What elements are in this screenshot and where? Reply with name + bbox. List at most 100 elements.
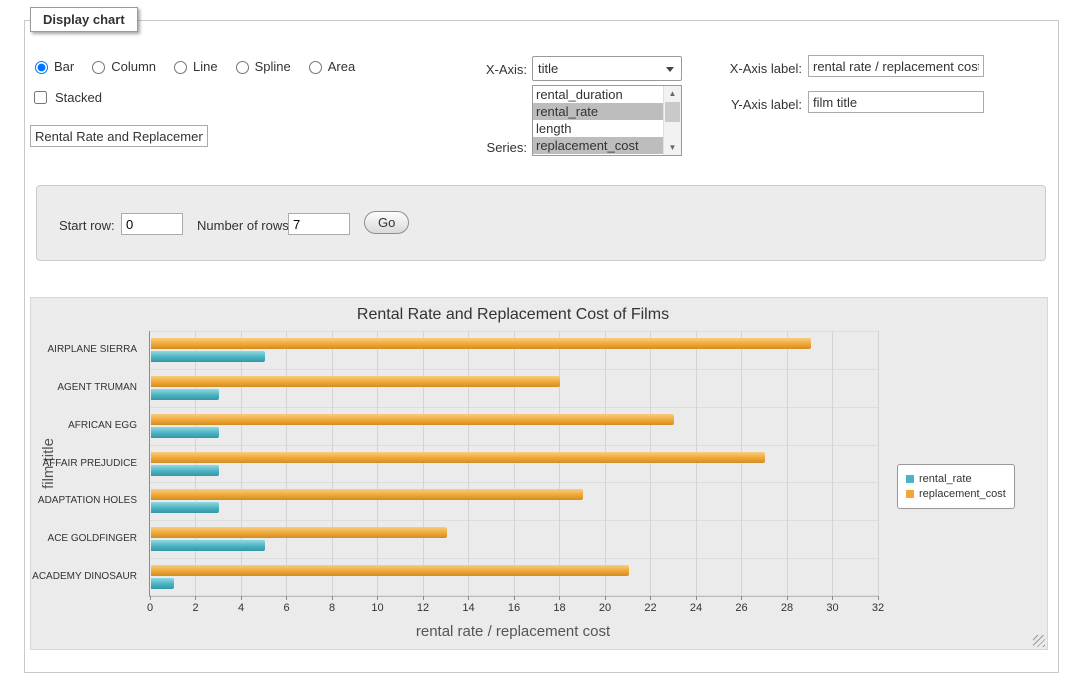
category-label: ACADEMY DINOSAUR: [31, 571, 137, 582]
vgrid-line: [696, 331, 697, 596]
row-controls-panel: Start row: Number of rows: Go: [36, 185, 1046, 261]
x-tickmark: [150, 596, 151, 600]
chart-title-input[interactable]: [30, 125, 208, 147]
x-axis-title: rental rate / replacement cost: [149, 623, 877, 640]
series-multiselect[interactable]: rental_durationrental_ratelengthreplacem…: [532, 85, 682, 156]
bar-replacement_cost[interactable]: [151, 414, 674, 425]
bar-rental_rate[interactable]: [151, 540, 265, 551]
plot-area: 02468101214161820222426283032: [149, 331, 878, 597]
stacked-option: Stacked: [30, 88, 102, 107]
bar-rental_rate[interactable]: [151, 351, 265, 362]
go-button[interactable]: Go: [364, 211, 409, 234]
series-option-length[interactable]: length: [533, 120, 663, 137]
x-tick-label: 32: [863, 602, 893, 614]
x-tickmark: [286, 596, 287, 600]
x-tick-label: 30: [818, 602, 848, 614]
scroll-down-icon[interactable]: ▼: [664, 140, 681, 155]
chart-type-label: Column: [111, 59, 156, 74]
vgrid-line: [605, 331, 606, 596]
chart-type-option-bar[interactable]: Bar: [30, 58, 74, 74]
x-tick-label: 28: [772, 602, 802, 614]
legend-item-rental_rate[interactable]: rental_rate: [906, 473, 1006, 485]
x-tickmark: [468, 596, 469, 600]
series-option-rental_rate[interactable]: rental_rate: [533, 103, 663, 120]
x-tick-label: 8: [317, 602, 347, 614]
x-tickmark: [559, 596, 560, 600]
vgrid-line: [377, 331, 378, 596]
chart-type-label: Bar: [54, 59, 74, 74]
start-row-caption: Start row:: [59, 218, 115, 233]
chart-type-option-spline[interactable]: Spline: [231, 58, 291, 74]
series-multiselect-list: rental_durationrental_ratelengthreplacem…: [533, 86, 681, 154]
vgrid-line: [514, 331, 515, 596]
x-tick-label: 20: [590, 602, 620, 614]
x-tick-label: 24: [681, 602, 711, 614]
x-tick-label: 6: [272, 602, 302, 614]
x-tick-label: 0: [135, 602, 165, 614]
number-of-rows-input[interactable]: [288, 213, 350, 235]
bar-replacement_cost[interactable]: [151, 452, 765, 463]
start-row-input[interactable]: [121, 213, 183, 235]
series-caption: Series:: [430, 140, 527, 155]
chart-type-radio-bar[interactable]: [35, 61, 48, 74]
bar-rental_rate[interactable]: [151, 465, 219, 476]
series-option-replacement_cost[interactable]: replacement_cost: [533, 137, 663, 154]
chart-type-radio-spline[interactable]: [236, 61, 249, 74]
chart-type-radio-line[interactable]: [174, 61, 187, 74]
x-tickmark: [241, 596, 242, 600]
legend-label: replacement_cost: [919, 488, 1006, 500]
bar-rental_rate[interactable]: [151, 389, 219, 400]
chevron-down-icon: [666, 67, 674, 72]
x-tickmark: [332, 596, 333, 600]
x-tickmark: [878, 596, 879, 600]
bar-rental_rate[interactable]: [151, 427, 219, 438]
x-tickmark: [605, 596, 606, 600]
bar-replacement_cost[interactable]: [151, 527, 447, 538]
x-tickmark: [650, 596, 651, 600]
vgrid-line: [286, 331, 287, 596]
chart-type-option-line[interactable]: Line: [169, 58, 218, 74]
vgrid-line: [241, 331, 242, 596]
bar-replacement_cost[interactable]: [151, 489, 583, 500]
legend-swatch: [906, 490, 914, 498]
bar-replacement_cost[interactable]: [151, 376, 560, 387]
chart-title: Rental Rate and Replacement Cost of Film…: [149, 306, 877, 324]
scrollbar-thumb[interactable]: [665, 102, 680, 122]
x-tick-label: 18: [545, 602, 575, 614]
bar-replacement_cost[interactable]: [151, 565, 629, 576]
resize-handle-icon[interactable]: [1033, 635, 1045, 647]
legend-item-replacement_cost[interactable]: replacement_cost: [906, 488, 1006, 500]
chart-type-radio-area[interactable]: [309, 61, 322, 74]
x-tick-label: 22: [636, 602, 666, 614]
x-tick-label: 26: [727, 602, 757, 614]
stacked-label: Stacked: [55, 90, 102, 105]
x-axis-caption: X-Axis:: [430, 62, 527, 77]
chart-type-radio-column[interactable]: [92, 61, 105, 74]
x-axis-label-input[interactable]: [808, 55, 984, 77]
x-tickmark: [741, 596, 742, 600]
x-axis-label-caption: X-Axis label:: [690, 61, 802, 76]
chart-type-option-column[interactable]: Column: [87, 58, 156, 74]
chart-type-radios: Bar Column Line Spline Area: [30, 58, 355, 74]
number-of-rows-caption: Number of rows:: [197, 218, 292, 233]
x-tick-label: 10: [363, 602, 393, 614]
chart-legend: rental_rate replacement_cost: [897, 464, 1015, 509]
category-label: ACE GOLDFINGER: [31, 533, 137, 544]
x-tick-label: 4: [226, 602, 256, 614]
chart-type-option-area[interactable]: Area: [304, 58, 355, 74]
x-tick-label: 12: [408, 602, 438, 614]
y-axis-label-input[interactable]: [808, 91, 984, 113]
x-axis-select[interactable]: title: [532, 56, 682, 81]
vgrid-line: [832, 331, 833, 596]
bar-replacement_cost[interactable]: [151, 338, 811, 349]
vgrid-line: [195, 331, 196, 596]
scroll-up-icon[interactable]: ▲: [664, 86, 681, 101]
bar-rental_rate[interactable]: [151, 502, 219, 513]
series-option-rental_duration[interactable]: rental_duration: [533, 86, 663, 103]
scrollbar[interactable]: ▲ ▼: [663, 86, 681, 155]
stacked-checkbox[interactable]: [34, 91, 47, 104]
x-tickmark: [423, 596, 424, 600]
chart-panel: Rental Rate and Replacement Cost of Film…: [30, 297, 1048, 650]
bar-rental_rate[interactable]: [151, 578, 174, 589]
x-tickmark: [832, 596, 833, 600]
